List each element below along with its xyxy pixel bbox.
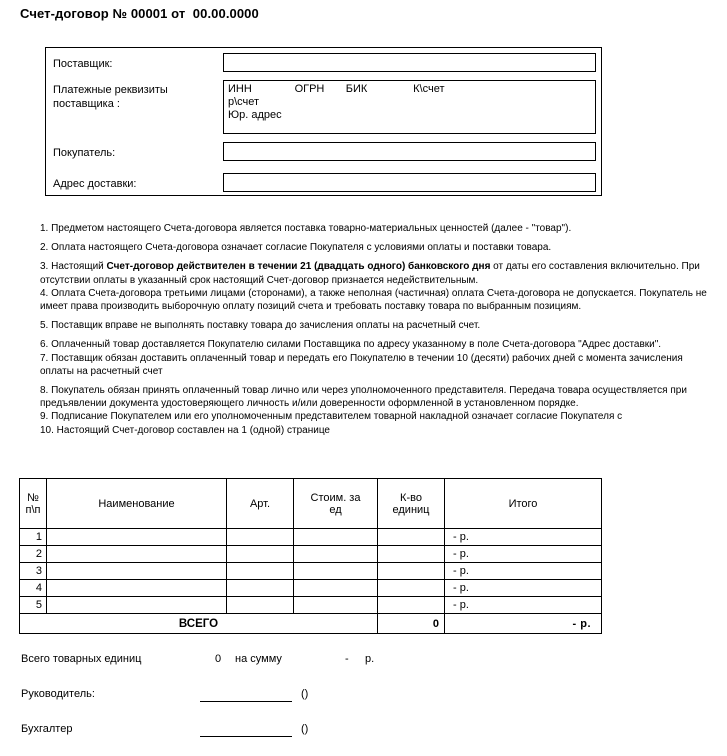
row-cell-number[interactable]: 5 [19,596,47,614]
row-cell-total[interactable]: - р. [444,545,602,563]
row-cell-quantity[interactable] [377,579,445,597]
table-row: 1 - р. [19,528,602,546]
term-item: 4. Оплата Счета-договора третьими лицами… [40,287,712,313]
term-text: 10. Настоящий Счет-договор составлен на … [40,424,330,436]
term-item: 5. Поставщик вправе не выполнять поставк… [40,319,712,332]
row-cell-name[interactable] [46,562,227,580]
director-signature-line[interactable] [200,701,292,702]
term-text-emphasis: Счет-договор действителен в течении 21 (… [106,261,491,273]
goods-table-body: 1 - р. 2 - р. 3 - р. 4 - р. 5 - р. [19,528,602,614]
goods-table: № п\п Наименование Арт. Стоим. за ед К-в… [19,478,602,634]
term-item: 9. Подписание Покупателем или его уполно… [40,410,712,423]
total-sum-currency: р. [365,653,375,665]
page-title: Счет-договор № 00001 от 00.00.0000 [20,6,259,21]
row-cell-name[interactable] [46,528,227,546]
buyer-input[interactable] [223,142,596,161]
director-label: Руководитель: [21,688,95,700]
table-row: 2 - р. [19,545,602,563]
column-header-price: Стоим. за ед [293,478,378,529]
row-cell-price[interactable] [293,545,378,563]
requisites-line-3: Юр. адрес [228,109,282,121]
term-item: 1. Предметом настоящего Счета-договора я… [40,222,712,235]
term-text: 6. Оплаченный товар доставляется Покупат… [40,339,662,351]
supplier-label: Поставщик: [53,58,113,70]
row-cell-total[interactable]: - р. [444,562,602,580]
column-header-article: Арт. [226,478,294,529]
row-cell-article[interactable] [226,545,294,563]
summary-total: - р. [444,613,602,634]
requisites-line-2: р\счет [228,96,260,108]
column-header-total: Итого [444,478,602,529]
accountant-name-parens: () [301,723,309,735]
term-text: 9. Подписание Покупателем или его уполно… [40,411,623,423]
column-header-quantity: К-во единиц [377,478,445,529]
row-cell-total[interactable]: - р. [444,579,602,597]
term-item: 2. Оплата настоящего Счета-договора озна… [40,241,712,254]
term-item: 8. Покупатель обязан принять оплаченный … [40,384,712,410]
term-text: 5. Поставщик вправе не выполнять поставк… [40,320,481,332]
term-item: 10. Настоящий Счет-договор составлен на … [40,424,712,437]
row-cell-price[interactable] [293,562,378,580]
summary-quantity: 0 [377,613,445,634]
term-text: 3. Настоящий [40,261,107,273]
term-item: 7. Поставщик обязан доставить оплаченный… [40,352,712,378]
term-item: 6. Оплаченный товар доставляется Покупат… [40,338,712,351]
supplier-input[interactable] [223,53,596,72]
row-cell-article[interactable] [226,596,294,614]
director-name-parens: () [301,688,309,700]
table-summary-row: ВСЕГО 0 - р. [19,613,602,634]
delivery-address-input[interactable] [223,173,596,192]
term-item: 3. Настоящий Счет-договор действителен в… [40,260,712,286]
row-cell-name[interactable] [46,596,227,614]
terms-list: 1. Предметом настоящего Счета-договора я… [40,222,712,443]
total-units-value: 0 [215,653,222,665]
accountant-signature-line[interactable] [200,736,292,737]
total-sum-label: на сумму [235,653,282,665]
term-text: 1. Предметом настоящего Счета-договора я… [40,223,572,234]
row-cell-name[interactable] [46,579,227,597]
table-row: 5 - р. [19,596,602,614]
table-row: 4 - р. [19,579,602,597]
table-row: 3 - р. [19,562,602,580]
requisites-input[interactable]: ИНН ОГРН БИК К\счет р\счет Юр. адрес [223,80,596,134]
row-cell-price[interactable] [293,579,378,597]
row-cell-article[interactable] [226,528,294,546]
accountant-label: Бухгалтер [21,723,73,735]
row-cell-number[interactable]: 4 [19,579,47,597]
row-cell-total[interactable]: - р. [444,596,602,614]
parties-box: Поставщик: Платежные реквизиты поставщик… [45,47,602,196]
total-sum-value: - [345,653,349,665]
row-cell-name[interactable] [46,545,227,563]
term-text: 8. Покупатель обязан принять оплаченный … [40,385,687,410]
row-cell-number[interactable]: 1 [19,528,47,546]
term-text: 7. Поставщик обязан доставить оплаченный… [40,352,683,377]
term-text: 4. Оплата Счета-договора третьими лицами… [40,287,707,313]
row-cell-price[interactable] [293,596,378,614]
row-cell-quantity[interactable] [377,545,445,563]
term-text: 2. Оплата настоящего Счета-договора озна… [40,242,552,254]
row-cell-total[interactable]: - р. [444,528,602,546]
column-header-number: № п\п [19,478,47,529]
row-cell-price[interactable] [293,528,378,546]
row-cell-article[interactable] [226,579,294,597]
row-cell-number[interactable]: 3 [19,562,47,580]
total-units-label: Всего товарных единиц [21,653,142,665]
summary-label: ВСЕГО [19,613,378,634]
column-header-name: Наименование [46,478,227,529]
requisites-label: Платежные реквизиты поставщика : [53,84,168,110]
row-cell-number[interactable]: 2 [19,545,47,563]
table-header-row: № п\п Наименование Арт. Стоим. за ед К-в… [19,478,602,529]
buyer-label: Покупатель: [53,147,116,159]
row-cell-quantity[interactable] [377,596,445,614]
delivery-address-label: Адрес доставки: [53,178,137,190]
requisites-line-1: ИНН ОГРН БИК К\счет [228,83,445,95]
row-cell-article[interactable] [226,562,294,580]
row-cell-quantity[interactable] [377,528,445,546]
row-cell-quantity[interactable] [377,562,445,580]
